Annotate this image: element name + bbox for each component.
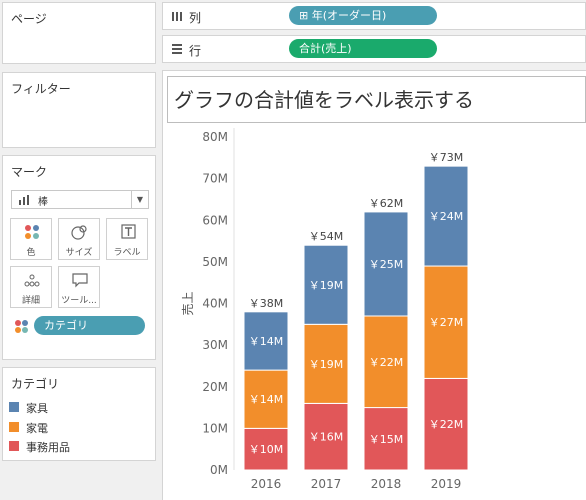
pages-title: ページ [11,12,47,26]
y-axis-title: 売上 [180,291,195,315]
y-tick-label: 30M [202,338,228,352]
y-tick-label: 50M [202,255,228,269]
legend-title: カテゴリ [11,377,60,391]
legend-label: 家具 [26,402,48,415]
x-tick-label: 2018 [371,477,402,491]
mark-type-label: 棒 [38,197,48,208]
bar-segment-label: ￥16M [309,431,344,444]
marks-title: マーク [11,165,48,179]
y-tick-label: 40M [202,297,228,311]
tooltip-icon [72,273,88,288]
detail-button-label: 詳細 [21,296,40,306]
x-tick-label: 2019 [431,477,462,491]
pages-panel[interactable]: ページ [2,2,156,64]
bar-total-label: ￥62M [369,197,404,210]
y-tick-label: 70M [202,172,228,186]
bar-segment-label: ￥22M [369,356,404,369]
detail-button[interactable]: 詳細 [10,266,52,308]
tooltip-button-label: ツール... [61,296,97,306]
bar-total-label: ￥54M [309,230,344,243]
bar-segment-label: ￥19M [309,358,344,371]
size-button[interactable]: サイズ [58,218,100,260]
mark-type-dropdown[interactable]: 棒 ▼ [11,190,149,209]
color-icon [15,320,28,333]
bar-segment-label: ￥27M [429,316,464,329]
color-button-label: 色 [26,248,36,258]
bar-segment-label: ￥14M [249,393,284,406]
bar-total-label: ￥38M [249,297,284,310]
x-tick-label: 2017 [311,477,342,491]
bar-segment-label: ￥10M [249,443,284,456]
legend-swatch [9,402,19,412]
chevron-down-icon[interactable]: ▼ [131,191,148,208]
year-order-date-pill[interactable]: ⊞ 年(オーダー日) [289,6,437,25]
tooltip-button[interactable]: ツール... [58,266,100,308]
category-color-pill[interactable]: カテゴリ [34,316,145,335]
color-button[interactable]: 色 [10,218,52,260]
legend-label: 事務用品 [26,441,70,454]
marks-panel: マーク 棒 ▼ 色 サイズ ラベル 詳細 ツール... カテゴリ [2,155,156,360]
size-icon [71,225,87,240]
category-legend: カテゴリ 家具 家電 事務用品 [2,367,156,461]
bar-segment-label: ￥14M [249,335,284,348]
label-icon [121,224,136,239]
legend-swatch [9,441,19,451]
bar-segment-label: ￥22M [429,418,464,431]
rows-icon [172,44,182,54]
stacked-bar-chart: 売上 0M 10M 20M 30M 40M 50M 60M 70M 80M ￥10M ￥14M ￥1… [180,128,469,491]
view-title: グラフの合計値をラベル表示する [174,88,474,112]
label-button-label: ラベル [113,248,141,258]
filters-panel[interactable]: フィルター [2,72,156,148]
bar-segment-label: ￥19M [309,279,344,292]
rows-label: 行 [189,44,202,58]
y-tick-label: 20M [202,380,228,394]
y-tick-label: 80M [202,130,228,144]
bar-chart-icon [19,195,29,205]
columns-shelf[interactable]: 列 ⊞ 年(オーダー日) [162,2,586,30]
detail-icon [24,274,40,287]
legend-swatch [9,422,19,432]
filters-title: フィルター [11,82,71,96]
bar-segment-label: ￥25M [369,258,404,271]
y-tick-label: 10M [202,421,228,435]
columns-icon [172,12,182,21]
x-tick-label: 2016 [251,477,282,491]
label-button[interactable]: ラベル [106,218,148,260]
y-tick-label: 0M [210,463,228,477]
sum-sales-pill[interactable]: 合計(売上) [289,39,437,58]
size-button-label: サイズ [65,248,93,258]
bar-total-label: ￥73M [429,151,464,164]
rows-shelf[interactable]: 行 合計(売上) [162,35,586,63]
y-tick-label: 60M [202,213,228,227]
bar-segment-label: ￥24M [429,210,464,223]
view-title-box[interactable]: グラフの合計値をラベル表示する [167,76,586,123]
columns-label: 列 [189,11,202,25]
bar-segment-label: ￥15M [369,433,404,446]
color-icon [25,225,39,239]
legend-label: 家電 [26,422,48,435]
